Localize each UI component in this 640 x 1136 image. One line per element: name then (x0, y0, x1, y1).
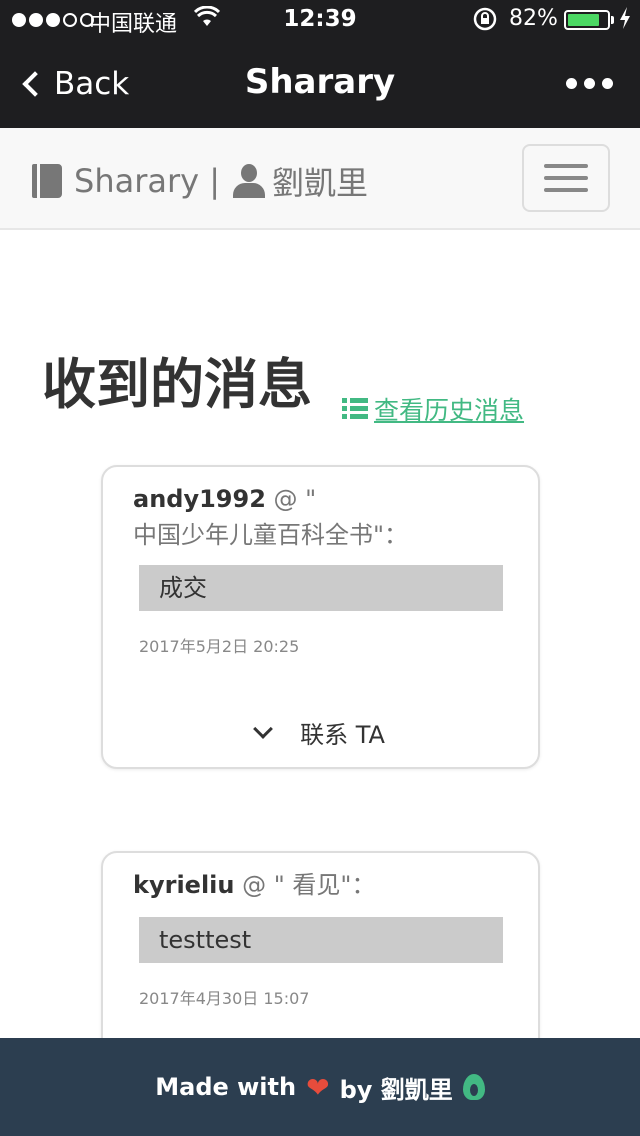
wechat-nav: Back Sharary (0, 40, 640, 128)
heart-icon: ❤ (306, 1070, 330, 1104)
status-bar: 中国联通 12:39 82% (0, 0, 640, 40)
message-header: andy1992 @ " 中国少年儿童百科全书"： (133, 481, 523, 553)
page-heading: 收到的消息 查看历史消息 (42, 340, 524, 427)
orientation-lock-icon (472, 6, 498, 38)
user-icon (232, 164, 266, 198)
battery-level (568, 14, 600, 26)
nav-title: Sharary (244, 62, 396, 102)
brand-label: Sharary | (74, 162, 221, 200)
navbar-toggle-button[interactable] (522, 144, 610, 212)
at-text: @ " (234, 871, 285, 899)
more-dot (584, 78, 595, 89)
author-text: by 劉凱里 (339, 1075, 453, 1104)
contact-button[interactable]: 联系 TA (103, 715, 538, 750)
hamburger-line (544, 164, 588, 168)
message-header: kyrieliu @ " 看见"： (133, 867, 523, 903)
more-dot (602, 78, 613, 89)
battery-cap (611, 16, 614, 24)
hamburger-line (544, 176, 588, 180)
message-card: andy1992 @ " 中国少年儿童百科全书"： 成交 2017年5月2日 2… (101, 465, 540, 769)
item-title: 看见"： (284, 871, 376, 899)
flame-icon (462, 1074, 485, 1100)
message-text: 成交 (139, 565, 503, 611)
contact-label: 联系 TA (300, 721, 385, 749)
page-title: 收到的消息 (42, 353, 312, 416)
page-footer: Made with ❤ by 劉凱里 (0, 1038, 640, 1136)
book-icon (32, 164, 62, 198)
at-text: @ " (265, 485, 317, 513)
more-menu-button[interactable] (566, 78, 613, 89)
site-navbar: Sharary | 劉凱里 (0, 128, 640, 230)
app-header: 中国联通 12:39 82% Back Sharary (0, 0, 640, 128)
history-link[interactable]: 查看历史消息 (342, 391, 524, 427)
hamburger-line (544, 188, 588, 192)
site-brand[interactable]: Sharary | 劉凱里 (32, 158, 368, 204)
sender-name[interactable]: andy1992 (133, 485, 266, 513)
chevron-down-icon (253, 718, 273, 739)
sender-name[interactable]: kyrieliu (133, 871, 234, 899)
battery-percent: 82% (509, 6, 558, 31)
message-time: 2017年5月2日 20:25 (139, 637, 300, 656)
history-link-label: 查看历史消息 (374, 395, 525, 425)
message-time: 2017年4月30日 15:07 (139, 989, 310, 1008)
charging-icon (618, 6, 632, 35)
user-name: 劉凱里 (272, 164, 369, 202)
message-text: testtest (139, 917, 503, 963)
item-title: 中国少年儿童百科全书"： (133, 521, 409, 549)
made-with-text: Made with (155, 1073, 297, 1101)
list-icon (342, 398, 368, 419)
battery-icon (564, 10, 610, 30)
more-dot (566, 78, 577, 89)
